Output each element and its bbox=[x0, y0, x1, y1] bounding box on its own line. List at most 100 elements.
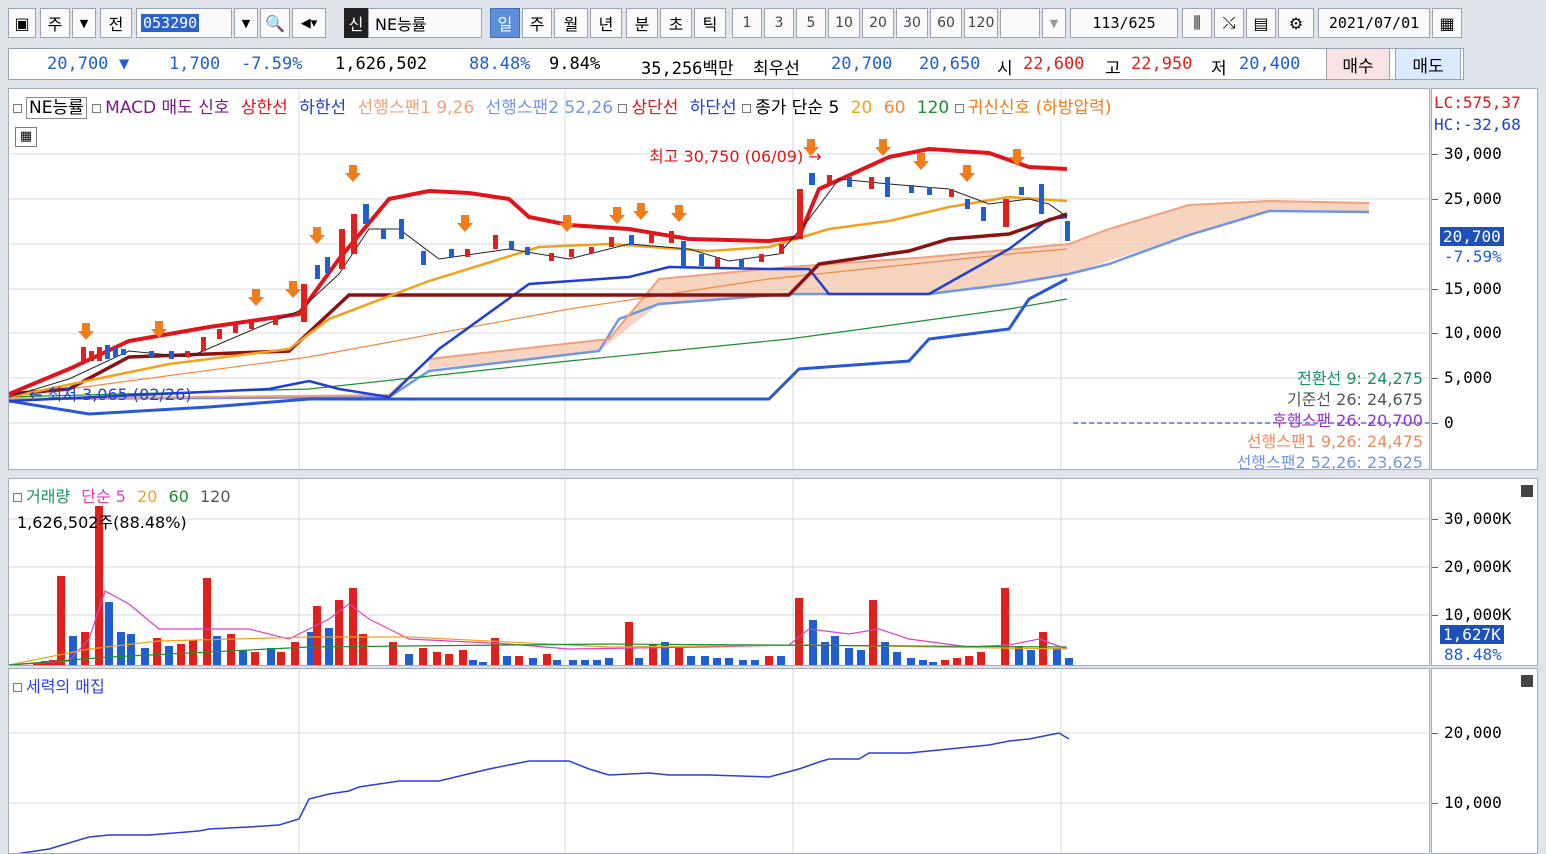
price-tick-15000: 15,000 bbox=[1444, 279, 1502, 298]
period-tick[interactable]: 틱 bbox=[694, 8, 726, 38]
price-tick-5000: 5,000 bbox=[1444, 368, 1493, 387]
volume-bar bbox=[529, 658, 537, 665]
vol-legend-ma20[interactable]: 20 bbox=[137, 487, 157, 506]
interval-10[interactable]: 10 bbox=[828, 8, 860, 38]
vol-legend-name[interactable]: 거래량 bbox=[26, 487, 70, 506]
period-year[interactable]: 년 bbox=[590, 8, 622, 38]
chart-menu-icon[interactable]: ▣ bbox=[8, 8, 36, 38]
trendline-icon[interactable]: ⤯ bbox=[1214, 8, 1244, 38]
volume-bar bbox=[809, 620, 817, 665]
legend-span2[interactable]: 선행스팬2 52,26 bbox=[486, 98, 613, 118]
sound-icon[interactable]: ◀▾ bbox=[292, 8, 326, 38]
accumulation-line bbox=[17, 732, 1070, 853]
volume-bar bbox=[469, 660, 477, 665]
interval-30[interactable]: 30 bbox=[896, 8, 928, 38]
quote-change: 1,700 bbox=[169, 54, 221, 74]
price-chart-pane[interactable]: NE능률 MACD 매도 신호 상한선 하한선 선행스팬1 9,26 선행스팬2… bbox=[8, 88, 1430, 470]
interval-1[interactable]: 1 bbox=[732, 8, 762, 38]
volume-bar bbox=[57, 576, 65, 665]
search-icon[interactable]: 🔍 bbox=[260, 8, 290, 38]
volume-bar bbox=[977, 652, 985, 665]
low-label: 저 bbox=[1211, 59, 1227, 79]
volume-bar bbox=[941, 660, 949, 665]
volume-bar bbox=[165, 646, 173, 665]
current-volume-tag: 1,627K bbox=[1440, 625, 1504, 644]
compare-icon[interactable]: ⫼ bbox=[1182, 8, 1212, 38]
vol-legend-ma5[interactable]: 단순 5 bbox=[81, 487, 126, 506]
prev-button[interactable]: 전 bbox=[100, 8, 132, 38]
vol-legend-ma120[interactable]: 120 bbox=[200, 487, 231, 506]
legend-name[interactable]: NE능률 bbox=[26, 97, 87, 119]
best-label: 최우선 bbox=[753, 59, 800, 79]
volume-bar bbox=[291, 642, 299, 665]
sell-button[interactable]: 매도 bbox=[1395, 48, 1461, 80]
volume-bar bbox=[751, 660, 759, 665]
interval-3[interactable]: 3 bbox=[764, 8, 794, 38]
accumulation-legend-label[interactable]: 세력의 매집 bbox=[26, 677, 105, 696]
interval-20[interactable]: 20 bbox=[862, 8, 894, 38]
volume-bar bbox=[965, 656, 973, 665]
stock-type-select[interactable]: 주 bbox=[40, 8, 70, 38]
hc-value: HC:-32,68 bbox=[1434, 115, 1521, 134]
legend-top[interactable]: 상단선 bbox=[631, 98, 678, 118]
accumulation-pane[interactable]: 세력의 매집 bbox=[8, 668, 1430, 854]
price-axis[interactable]: LC:575,37 HC:-32,68 30,000 25,000 15,000… bbox=[1431, 88, 1538, 470]
interval-custom[interactable] bbox=[1000, 8, 1040, 38]
legend-bottom[interactable]: 하단선 bbox=[690, 98, 737, 118]
period-week[interactable]: 주 bbox=[522, 8, 552, 38]
chevron-down-icon[interactable]: ▼ bbox=[72, 8, 96, 38]
legend-ma60[interactable]: 60 bbox=[884, 98, 906, 118]
volume-axis[interactable]: 30,000K 20,000K 10,000K 1,627K 88.48% bbox=[1431, 478, 1538, 666]
down-arrow-icon: ▼ bbox=[119, 54, 130, 74]
accumulation-axis[interactable]: 20,000 10,000 bbox=[1431, 668, 1538, 854]
collapse-accumulation-icon[interactable] bbox=[1521, 675, 1533, 687]
gear-icon[interactable]: ⚙ bbox=[1278, 8, 1314, 38]
date-field[interactable]: 2021/07/01 bbox=[1318, 8, 1430, 38]
volume-pane[interactable]: 거래량 단순 5 20 60 120 1,626,502주(88.48%) bbox=[8, 478, 1430, 666]
period-minute[interactable]: 분 bbox=[626, 8, 658, 38]
volume-bar bbox=[831, 636, 839, 665]
volume-bar bbox=[69, 636, 77, 665]
save-icon[interactable]: ▤ bbox=[1246, 8, 1276, 38]
volume-bar bbox=[953, 658, 961, 665]
period-day[interactable]: 일 bbox=[490, 8, 520, 38]
code-input[interactable]: 053290 bbox=[136, 8, 232, 38]
period-second[interactable]: 초 bbox=[660, 8, 692, 38]
legend-signal[interactable]: 귀신신호 (하방압력) bbox=[968, 98, 1112, 118]
table-toggle-icon[interactable]: ▦ bbox=[15, 127, 37, 147]
volume-bar bbox=[857, 650, 865, 665]
quote-price: 20,700 bbox=[47, 54, 109, 74]
vol-legend-ma60[interactable]: 60 bbox=[169, 487, 189, 506]
interval-60[interactable]: 60 bbox=[930, 8, 962, 38]
legend-macd[interactable]: MACD 매도 신호 bbox=[105, 98, 229, 118]
volume-bar bbox=[479, 662, 487, 665]
legend-ma120[interactable]: 120 bbox=[917, 98, 949, 118]
collapse-volume-icon[interactable] bbox=[1521, 485, 1533, 497]
quote-amount: 35,256백만 bbox=[641, 59, 734, 79]
legend-span1[interactable]: 선행스팬1 9,26 bbox=[358, 98, 475, 118]
legend-ma20[interactable]: 20 bbox=[851, 98, 873, 118]
data-count[interactable]: 113/625 bbox=[1070, 8, 1178, 38]
period-month[interactable]: 월 bbox=[554, 8, 588, 38]
volume-bar bbox=[313, 606, 321, 665]
volume-bar bbox=[491, 638, 499, 665]
legend-ma[interactable]: 종가 단순 5 bbox=[755, 98, 839, 118]
legend-lower[interactable]: 하한선 bbox=[299, 98, 346, 118]
accumulation-chart bbox=[9, 669, 1429, 853]
volume-bar bbox=[459, 650, 467, 665]
interval-120[interactable]: 120 bbox=[964, 8, 998, 38]
interval-5[interactable]: 5 bbox=[796, 8, 826, 38]
vol-tick-30000k: 30,000K bbox=[1444, 509, 1512, 528]
volume-bar bbox=[869, 600, 877, 665]
legend-upper[interactable]: 상한선 bbox=[241, 98, 288, 118]
quote-low: 20,400 bbox=[1239, 54, 1301, 74]
volume-bar bbox=[739, 660, 747, 665]
lc-value: LC:575,37 bbox=[1434, 93, 1521, 112]
buy-button[interactable]: 매수 bbox=[1326, 48, 1390, 80]
calendar-icon[interactable]: ▦ bbox=[1432, 8, 1462, 38]
volume-bar bbox=[569, 660, 577, 665]
stock-name-field[interactable]: NE능률 bbox=[368, 8, 482, 38]
interval-dropdown-icon[interactable]: ▼ bbox=[1042, 8, 1066, 38]
code-dropdown-icon[interactable]: ▼ bbox=[234, 8, 258, 38]
volume-bar bbox=[419, 648, 427, 665]
